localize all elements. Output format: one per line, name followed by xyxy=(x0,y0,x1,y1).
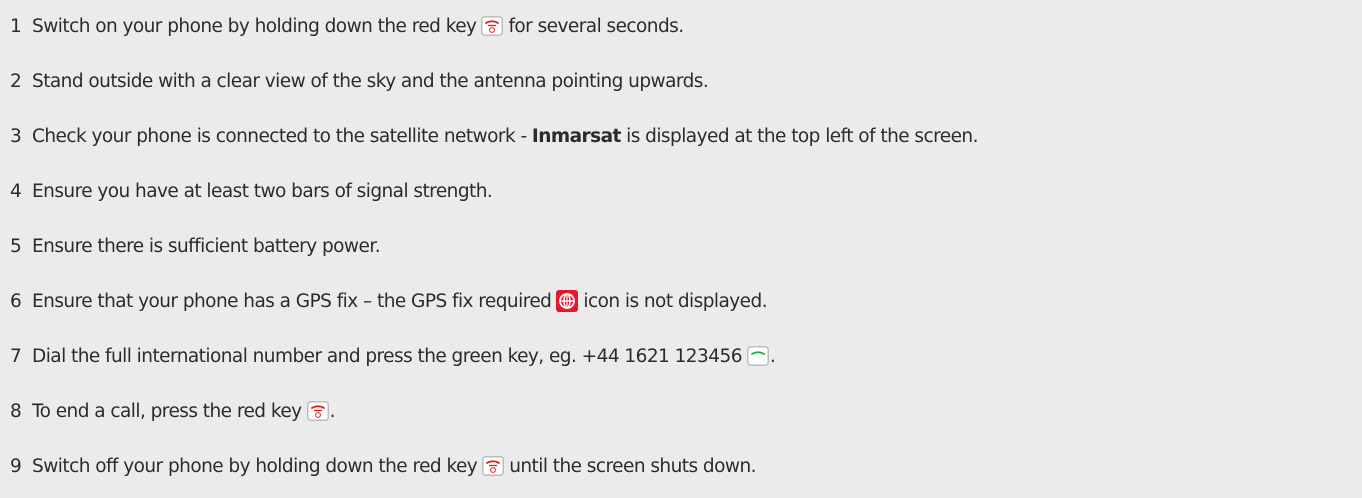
step-number: 8 xyxy=(10,400,22,422)
step-1: 1 Switch on your phone by holding down t… xyxy=(10,11,684,41)
step-text: Ensure you have at least two bars of sig… xyxy=(32,180,493,202)
step-6: 6 Ensure that your phone has a GPS fix –… xyxy=(10,286,768,316)
step-text-after: . xyxy=(769,345,776,367)
step-number: 2 xyxy=(10,70,22,92)
red-end-key-icon xyxy=(481,16,504,36)
step-number: 9 xyxy=(10,455,22,477)
step-number: 5 xyxy=(10,235,22,257)
step-text-after: is displayed at the top left of the scre… xyxy=(620,125,978,147)
step-2: 2 Stand outside with a clear view of the… xyxy=(10,66,709,96)
step-number: 6 xyxy=(10,290,22,312)
instruction-list: 1 Switch on your phone by holding down t… xyxy=(0,0,1362,498)
step-text-after: . xyxy=(329,400,336,422)
green-call-key-icon xyxy=(746,346,769,366)
step-text: Dial the full international number and p… xyxy=(32,345,742,367)
step-text-after: until the screen shuts down. xyxy=(509,455,756,477)
step-8: 8 To end a call, press the red key . xyxy=(10,396,336,426)
step-4: 4 Ensure you have at least two bars of s… xyxy=(10,176,493,206)
step-text: Ensure that your phone has a GPS fix – t… xyxy=(32,290,552,312)
network-name: Inmarsat xyxy=(531,125,621,147)
step-number: 7 xyxy=(10,345,22,367)
step-text: Switch off your phone by holding down th… xyxy=(32,455,478,477)
step-3: 3 Check your phone is connected to the s… xyxy=(10,121,978,151)
step-text: Switch on your phone by holding down the… xyxy=(32,15,477,37)
step-text-after: for several seconds. xyxy=(508,15,684,37)
step-7: 7 Dial the full international number and… xyxy=(10,341,776,371)
step-number: 4 xyxy=(10,180,22,202)
step-text: To end a call, press the red key xyxy=(32,400,302,422)
step-number: 3 xyxy=(10,125,22,147)
step-text: Ensure there is sufficient battery power… xyxy=(32,235,381,257)
step-9: 9 Switch off your phone by holding down … xyxy=(10,451,757,481)
step-number: 1 xyxy=(10,15,22,37)
step-text-after: icon is not displayed. xyxy=(583,290,768,312)
step-text: Check your phone is connected to the sat… xyxy=(32,125,532,147)
step-text: Stand outside with a clear view of the s… xyxy=(32,70,709,92)
gps-fix-required-icon xyxy=(556,290,579,312)
red-end-key-icon xyxy=(306,401,329,421)
red-end-key-icon xyxy=(482,456,505,476)
step-5: 5 Ensure there is sufficient battery pow… xyxy=(10,231,381,261)
